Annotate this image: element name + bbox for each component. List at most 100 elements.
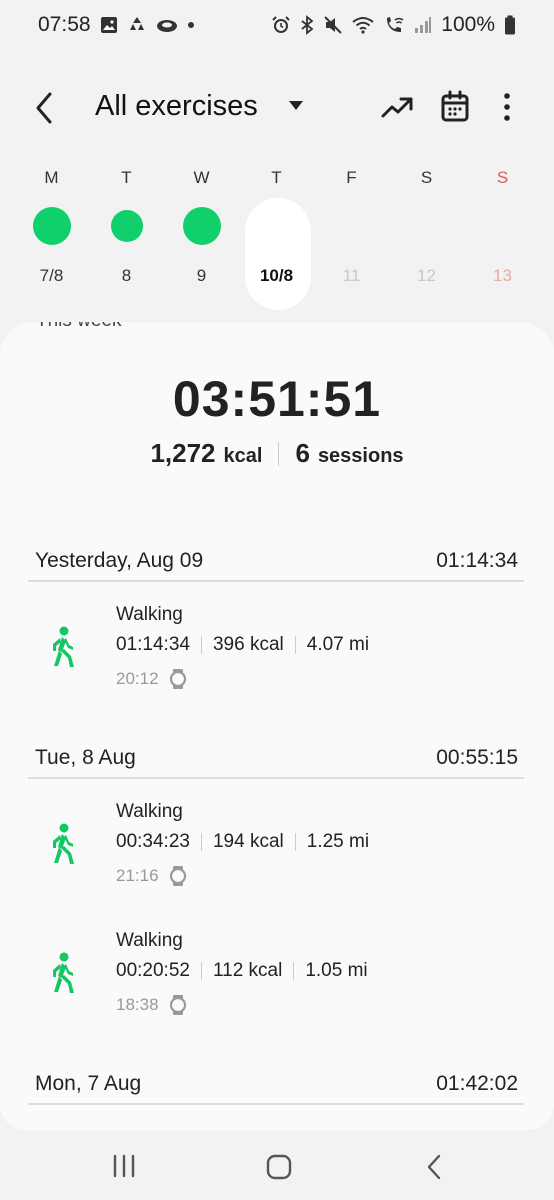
gallery-icon [100,16,118,34]
recents-icon [113,1154,135,1178]
page-title[interactable]: All exercises [95,90,258,123]
walking-icon [53,626,74,667]
session-type: Walking [116,604,183,625]
day-wednesday[interactable]: W 9 [164,160,239,310]
session-kcal: 194 kcal [212,831,284,852]
cloud-icon [156,16,178,34]
wifi-call-icon [383,15,405,35]
session-distance: 4.07 mi [306,634,370,655]
day-group-header: Mon, 7 Aug 01:42:02 [28,1065,524,1105]
session-stats: 01:14:34 396 kcal 4.07 mi [116,634,369,656]
group-date: Yesterday, Aug 09 [35,549,204,572]
day-tuesday[interactable]: T 8 [89,160,164,310]
week-strip: M 7/8 T 8 W 9 T 10/8 F 11 S 12 S 13 [14,160,540,312]
status-left: 07:58 [38,13,195,37]
session-start: 21:16 [116,865,187,887]
bluetooth-icon [300,15,314,35]
day-group-header: Yesterday, Aug 09 01:14:34 [28,542,524,582]
group-total: 01:14:34 [436,549,518,572]
divider [293,962,295,980]
day-date: 9 [196,266,207,285]
day-monday[interactable]: M 7/8 [14,160,89,310]
summary-stats: 1,272 kcal 6 sessions [0,438,554,469]
status-time: 07:58 [38,13,91,36]
system-nav-bar [0,1138,554,1200]
session-time: 21:16 [116,866,159,885]
wifi-icon [352,16,374,34]
day-letter: W [193,168,210,187]
group-total: 00:55:15 [436,746,518,769]
session-item[interactable]: Walking 01:14:34 396 kcal 4.07 mi 20:12 [0,604,554,704]
chevron-left-icon [427,1154,441,1180]
day-thursday-today[interactable]: T 10/8 [239,160,314,310]
period-label: This week [36,322,122,332]
session-distance: 1.25 mi [306,831,370,852]
day-letter: F [346,168,357,187]
home-icon [266,1154,292,1180]
sessions-unit: sessions [317,445,404,467]
battery-percent: 100% [441,13,495,36]
day-letter: S [496,168,509,187]
status-right: 100% [271,13,516,37]
session-type: Walking [116,930,183,951]
mute-icon [323,15,343,35]
session-stats: 00:20:52 112 kcal 1.05 mi [116,960,368,982]
session-kcal: 112 kcal [212,960,283,981]
kcal-unit: kcal [223,445,263,467]
back-button[interactable] [30,90,64,126]
dot-icon [187,21,195,29]
session-kcal: 396 kcal [212,634,284,655]
session-distance: 1.05 mi [305,960,368,981]
day-date: 13 [493,266,512,285]
divider [294,833,296,851]
caret-down-icon [289,101,303,110]
calendar-button[interactable] [440,90,470,124]
session-item[interactable]: Walking 00:34:23 194 kcal 1.25 mi 21:16 [0,801,554,901]
battery-icon [504,15,516,35]
exercise-dot [32,207,71,245]
calendar-icon [441,90,469,122]
status-bar: 07:58 100% [0,0,554,50]
session-type: Walking [116,801,183,822]
session-item[interactable]: Walking 00:20:52 112 kcal 1.05 mi 18:38 [0,930,554,1030]
day-letter: S [420,168,433,187]
day-friday[interactable]: F 11 [314,160,389,310]
more-options-button[interactable] [497,90,517,124]
day-date: 12 [417,266,436,285]
exercise-dot [182,207,221,245]
session-time: 18:38 [116,995,159,1014]
session-start: 18:38 [116,994,187,1016]
session-start: 20:12 [116,668,187,690]
walking-icon [53,952,74,993]
group-date: Tue, 8 Aug [35,746,136,769]
total-duration: 03:51:51 [172,371,382,427]
exercise-filter-dropdown[interactable] [286,98,306,112]
trends-button[interactable] [380,92,414,122]
recents-button[interactable] [110,1154,138,1178]
back-arrow-icon [36,92,52,124]
watch-icon [169,866,186,886]
day-letter: M [44,168,59,187]
group-date: Mon, 7 Aug [35,1072,142,1095]
divider [278,441,280,466]
more-vert-icon [504,93,510,121]
group-total: 01:42:02 [436,1072,518,1095]
divider [200,962,202,980]
session-time: 20:12 [116,669,159,688]
trend-arrow-icon [381,97,413,118]
home-button[interactable] [266,1154,292,1180]
system-back-button[interactable] [425,1154,443,1180]
divider [200,833,202,851]
divider [200,636,202,654]
session-stats: 00:34:23 194 kcal 1.25 mi [116,831,369,853]
watch-icon [169,995,186,1015]
day-saturday[interactable]: S 12 [389,160,464,310]
divider [294,636,296,654]
day-group-header: Tue, 8 Aug 00:55:15 [28,739,524,779]
exercise-summary-card: This week 03:51:51 1,272 kcal 6 sessions… [0,322,554,1130]
exercise-dot [110,210,143,242]
today-highlight [245,198,311,310]
day-sunday[interactable]: S 13 [465,160,540,310]
day-letter: T [121,168,132,187]
recycle-icon [127,15,147,35]
